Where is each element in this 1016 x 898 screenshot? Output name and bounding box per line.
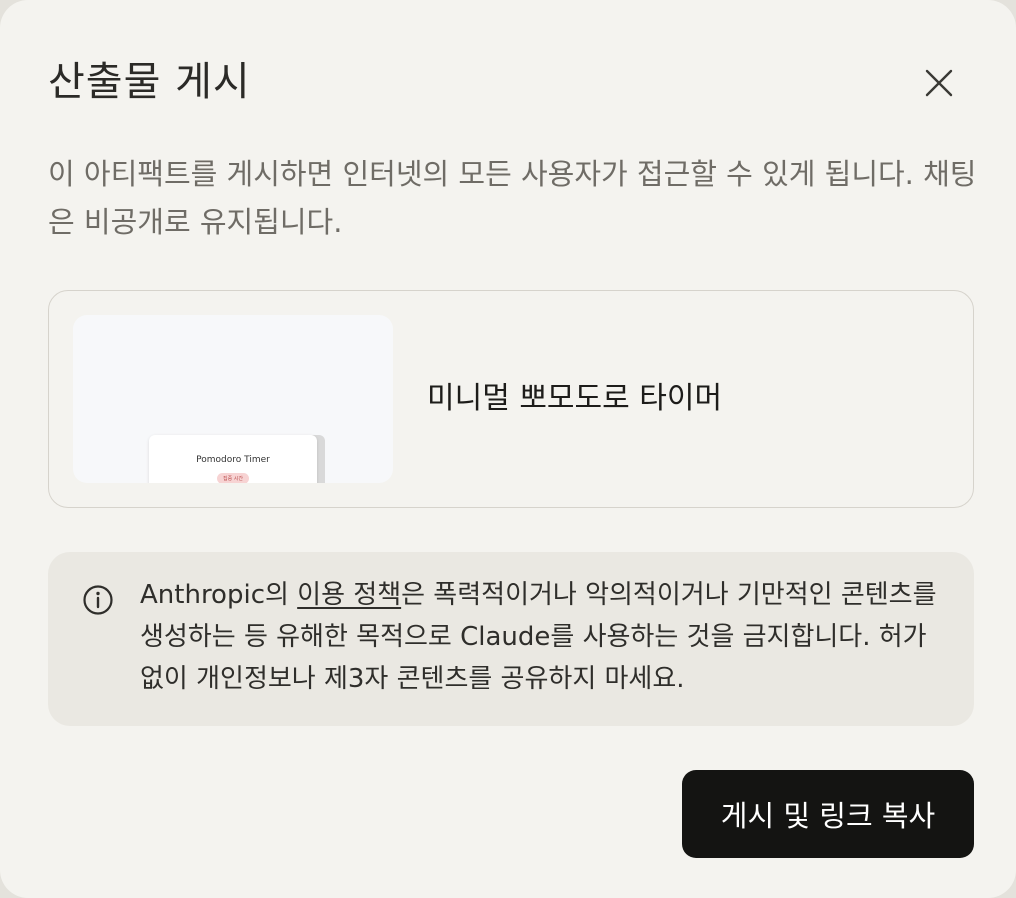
notice-prefix: Anthropic의 [140,580,298,610]
dialog-description: 이 아티팩트를 게시하면 인터넷의 모든 사용자가 접근할 수 있게 됩니다. … [48,157,977,239]
notice-text: Anthropic의 이용 정책은 폭력적이거나 악의적이거나 기만적인 콘텐츠… [140,574,950,700]
usage-policy-notice: Anthropic의 이용 정책은 폭력적이거나 악의적이거나 기만적인 콘텐츠… [48,552,974,726]
dialog-title: 산출물 게시 [48,59,251,105]
info-icon [83,585,113,615]
artifact-name: 미니멀 뽀모도로 타이머 [427,381,723,416]
artifact-thumbnail: Pomodoro Timer 집중 시간 [73,315,393,483]
thumbnail-title: Pomodoro Timer [196,455,270,465]
publish-copy-link-button[interactable]: 게시 및 링크 복사 [682,770,974,858]
artifact-card: Pomodoro Timer 집중 시간 미니멀 뽀모도로 타이머 [48,290,974,508]
publish-dialog: 산출물 게시 이 아티팩트를 게시하면 인터넷의 모든 사용자가 접근할 수 있… [0,0,1016,898]
close-button[interactable] [916,60,962,106]
close-icon [925,69,953,97]
thumbnail-card: Pomodoro Timer 집중 시간 [149,435,317,483]
thumbnail-badge: 집중 시간 [217,473,249,483]
usage-policy-link[interactable]: 이용 정책 [297,580,401,610]
